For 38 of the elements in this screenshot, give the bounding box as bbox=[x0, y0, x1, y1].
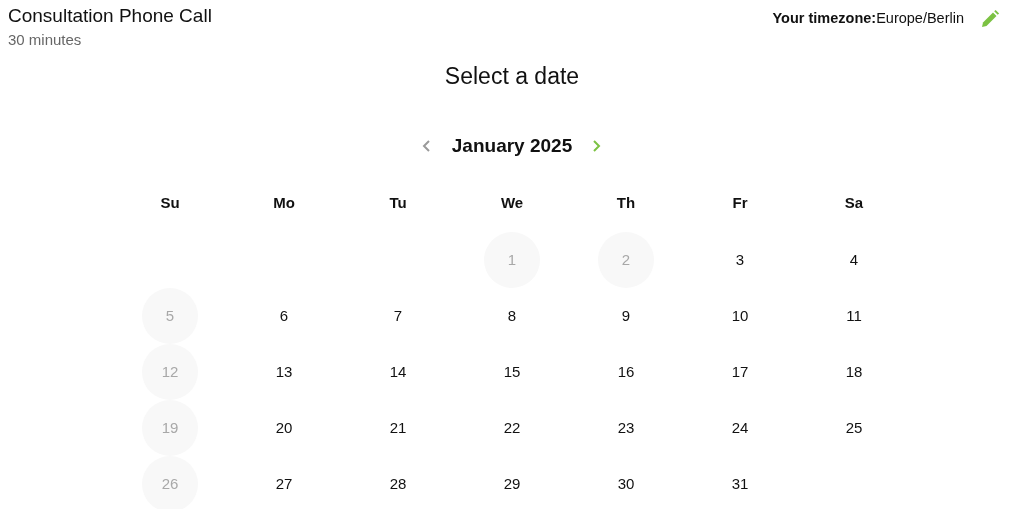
weekday-header: Tu bbox=[388, 192, 408, 213]
day-button[interactable]: 17 bbox=[712, 344, 768, 401]
edit-icon[interactable] bbox=[980, 8, 1000, 29]
weekday-header: Su bbox=[159, 192, 181, 213]
day-button[interactable]: 7 bbox=[370, 288, 426, 345]
event-title: Consultation Phone Call bbox=[8, 4, 212, 28]
page-heading: Select a date bbox=[443, 62, 581, 92]
day-button[interactable]: 20 bbox=[256, 400, 312, 457]
weekday-header: Th bbox=[615, 192, 637, 213]
day-button[interactable]: 8 bbox=[484, 288, 540, 345]
day-button[interactable]: 25 bbox=[826, 400, 882, 457]
day-button[interactable]: 9 bbox=[598, 288, 654, 345]
day-button[interactable]: 28 bbox=[370, 456, 426, 509]
day-button[interactable]: 23 bbox=[598, 400, 654, 457]
event-duration: 30 minutes bbox=[8, 29, 83, 50]
day-button[interactable]: 6 bbox=[256, 288, 312, 345]
weekday-header: Fr bbox=[731, 192, 749, 213]
weekday-header: Sa bbox=[843, 192, 865, 213]
day-button[interactable]: 15 bbox=[484, 344, 540, 401]
day-button[interactable]: 13 bbox=[256, 344, 312, 401]
day-button[interactable]: 4 bbox=[826, 232, 882, 289]
day-button[interactable]: 24 bbox=[712, 400, 768, 457]
day-button[interactable]: 18 bbox=[826, 344, 882, 401]
day-button[interactable]: 3 bbox=[712, 232, 768, 289]
day-button[interactable]: 11 bbox=[826, 288, 882, 345]
timezone-label: Your timezone:Europe/Berlin bbox=[772, 9, 964, 28]
month-label: January 2025 bbox=[451, 133, 573, 158]
day-button[interactable]: 27 bbox=[256, 456, 312, 509]
day-button[interactable]: 31 bbox=[712, 456, 768, 509]
day-button[interactable]: 10 bbox=[712, 288, 768, 345]
day-button[interactable]: 30 bbox=[598, 456, 654, 509]
weekday-header: Mo bbox=[272, 192, 296, 213]
day-button[interactable]: 29 bbox=[484, 456, 540, 509]
day-button[interactable]: 22 bbox=[484, 400, 540, 457]
day-button[interactable]: 21 bbox=[370, 400, 426, 457]
day-button[interactable]: 16 bbox=[598, 344, 654, 401]
day-button[interactable]: 14 bbox=[370, 344, 426, 401]
weekday-header: We bbox=[499, 192, 525, 213]
